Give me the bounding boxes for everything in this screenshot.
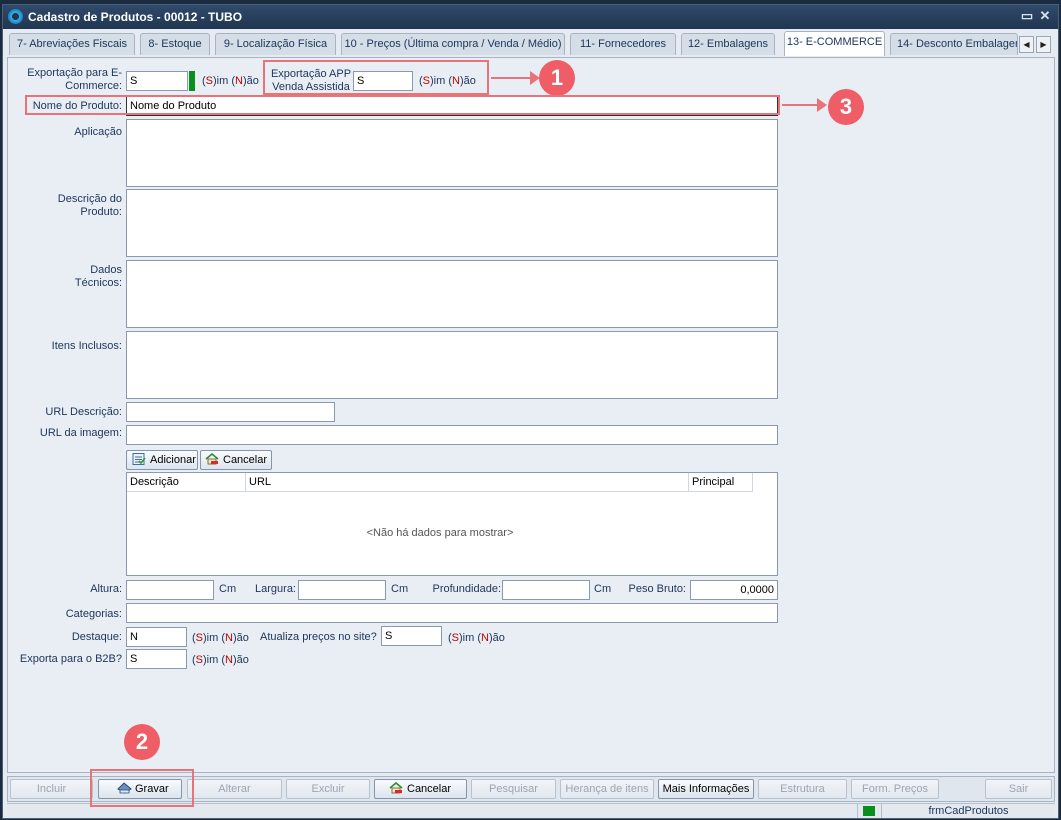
altura-input[interactable]: [126, 580, 214, 600]
gravar-button[interactable]: Gravar: [98, 779, 182, 799]
url-imagem-label: URL da imagem:: [39, 427, 122, 439]
destaque-input[interactable]: N: [126, 627, 187, 647]
exporta-b2b-input[interactable]: S: [126, 649, 187, 669]
close-window-button[interactable]: ✕: [1037, 8, 1053, 24]
atualiza-precos-input[interactable]: S: [381, 626, 442, 646]
export-app-input[interactable]: S: [353, 71, 413, 91]
peso-bruto-label: Peso Bruto:: [628, 583, 686, 595]
export-ecommerce-input[interactable]: S: [126, 71, 188, 91]
add-list-icon: [132, 453, 146, 466]
cancel-house-icon: [389, 782, 403, 794]
images-grid[interactable]: Descrição URL Principal <Não há dados pa…: [126, 472, 778, 576]
alterar-button[interactable]: Alterar: [187, 779, 282, 799]
tab-localizacao-fisica[interactable]: 9- Localização Física: [215, 33, 336, 55]
aplicacao-textarea[interactable]: [126, 119, 778, 187]
save-icon: [117, 782, 132, 794]
tab-desconto-embalagem[interactable]: 14- Desconto Embalagem: [890, 33, 1018, 55]
excluir-button[interactable]: Excluir: [286, 779, 370, 799]
altura-label: Altura:: [90, 583, 122, 595]
destaque-label: Destaque:: [71, 631, 122, 643]
annotation-arrow-3: [782, 98, 827, 112]
export-ecommerce-indicator: [189, 71, 195, 91]
export-app-label: Exportação APP Venda Assistida: [270, 68, 352, 93]
nome-produto-label: Nome do Produto:: [32, 100, 122, 112]
descricao-produto-label: Descrição do Produto:: [57, 193, 122, 218]
tab-ecommerce[interactable]: 13- E-COMMERCE: [784, 31, 885, 56]
tab-abreviacoes-fiscais[interactable]: 7- Abreviações Fiscais: [9, 33, 135, 55]
annotation-badge-3: 3: [828, 89, 864, 125]
profundidade-unit: Cm: [594, 583, 612, 595]
altura-unit: Cm: [219, 583, 237, 595]
sair-button[interactable]: Sair: [985, 779, 1052, 799]
action-bar: Incluir Gravar Alterar Excluir Cancelar …: [7, 776, 1055, 802]
exporta-b2b-sim-nao: (S)im (N)ão: [192, 654, 249, 666]
url-descricao-label: URL Descrição:: [45, 406, 122, 418]
title-bar: Cadastro de Produtos - 00012 - TUBO ▭ ✕: [3, 5, 1058, 29]
cancelar-imagem-button[interactable]: Cancelar: [200, 450, 272, 470]
grid-header: Descrição URL Principal: [127, 473, 753, 492]
estrutura-button[interactable]: Estrutura: [758, 779, 847, 799]
form-precos-button[interactable]: Form. Preços: [851, 779, 939, 799]
status-indicator: [863, 806, 875, 816]
tab-scroll-right-icon[interactable]: ▶: [1036, 36, 1051, 53]
tab-strip: 7- Abreviações Fiscais 8- Estoque 9- Loc…: [7, 31, 1055, 57]
grid-empty-message: <Não há dados para mostrar>: [366, 527, 514, 539]
adicionar-button[interactable]: Adicionar: [126, 450, 198, 470]
app-logo-icon: [8, 9, 23, 24]
largura-label: Largura:: [255, 583, 296, 595]
mais-informacoes-button[interactable]: Mais Informações: [658, 779, 754, 799]
form-name: frmCadProdutos: [881, 804, 1055, 818]
restore-window-button[interactable]: ▭: [1019, 8, 1035, 24]
status-bar: frmCadProdutos: [7, 803, 1055, 818]
url-descricao-input[interactable]: [126, 402, 335, 422]
categorias-input[interactable]: [126, 603, 778, 623]
exporta-b2b-label: Exporta para o B2B?: [19, 653, 122, 665]
export-ecommerce-label: Exportação para E-Commerce:: [27, 67, 122, 92]
incluir-button[interactable]: Incluir: [10, 779, 93, 799]
largura-unit: Cm: [391, 583, 409, 595]
pesquisar-button[interactable]: Pesquisar: [471, 779, 556, 799]
dados-tecnicos-textarea[interactable]: [126, 260, 778, 328]
profundidade-input[interactable]: [502, 580, 590, 600]
tab-precos[interactable]: 10 - Preços (Última compra / Venda / Méd…: [341, 33, 565, 55]
aplicacao-label: Aplicação: [74, 126, 122, 138]
url-imagem-input[interactable]: [126, 425, 778, 445]
heranca-itens-button[interactable]: Herança de itens: [560, 779, 654, 799]
annotation-arrow-1: [491, 71, 540, 85]
export-app-sim-nao: (S)im (N)ão: [419, 75, 476, 87]
profundidade-label: Profundidade:: [432, 583, 502, 595]
itens-inclusos-label: Itens Inclusos:: [51, 340, 122, 352]
atualiza-precos-sim-nao: (S)im (N)ão: [448, 632, 505, 644]
tab-fornecedores[interactable]: 11- Fornecedores: [570, 33, 676, 55]
descricao-produto-textarea[interactable]: [126, 189, 778, 257]
window-title: Cadastro de Produtos - 00012 - TUBO: [28, 10, 243, 24]
main-window: Cadastro de Produtos - 00012 - TUBO ▭ ✕ …: [2, 4, 1059, 819]
nome-produto-input[interactable]: Nome do Produto: [126, 96, 778, 116]
export-ecommerce-sim-nao: (S)im (N)ão: [202, 75, 259, 87]
grid-col-descricao[interactable]: Descrição: [127, 473, 246, 492]
cancelar-button[interactable]: Cancelar: [374, 779, 467, 799]
destaque-sim-nao: (S)im (N)ão: [192, 632, 249, 644]
tab-embalagens[interactable]: 12- Embalagens: [681, 33, 775, 55]
tab-scroll-left-icon[interactable]: ◀: [1019, 36, 1034, 53]
cancel-house-icon: [205, 453, 219, 465]
grid-col-principal[interactable]: Principal: [689, 473, 753, 492]
grid-col-url[interactable]: URL: [246, 473, 689, 492]
ecommerce-panel: Exportação para E-Commerce: S (S)im (N)ã…: [7, 57, 1055, 773]
annotation-badge-1: 1: [539, 60, 575, 96]
largura-input[interactable]: [298, 580, 386, 600]
atualiza-precos-label: Atualiza preços no site?: [260, 631, 377, 643]
categorias-label: Categorias:: [65, 608, 122, 620]
status-indicator-cell: [857, 804, 881, 818]
tab-estoque[interactable]: 8- Estoque: [140, 33, 210, 55]
annotation-badge-2: 2: [124, 724, 160, 760]
dados-tecnicos-label: Dados Técnicos:: [74, 264, 122, 289]
itens-inclusos-textarea[interactable]: [126, 331, 778, 399]
peso-bruto-input[interactable]: 0,0000: [690, 580, 778, 600]
